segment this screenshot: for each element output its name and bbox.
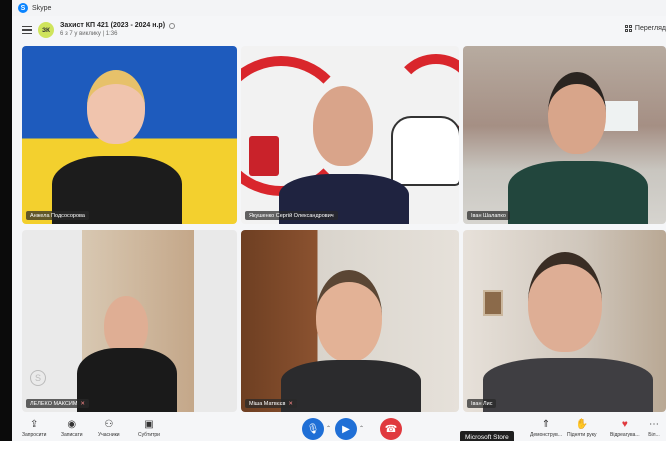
mic-muted-icon: ✕ — [288, 400, 293, 407]
camera-button[interactable]: ▶ — [335, 418, 357, 440]
call-header: ЗК Захист КП 421 (2023 - 2024 н.р) 6 з 7… — [12, 17, 666, 43]
menu-icon[interactable] — [22, 26, 32, 34]
call-title[interactable]: Захист КП 421 (2023 - 2024 н.р) — [60, 21, 176, 30]
video-tile-6[interactable]: Іван Лис — [463, 230, 666, 412]
participant-nameplate: Іван Лис — [467, 399, 497, 408]
participant-nameplate: Анжела Подсосорова — [26, 211, 89, 220]
title-bar: S Skype — [12, 0, 666, 16]
invite-button[interactable]: ⇪ Запросити — [22, 418, 46, 439]
record-icon: ◉ — [67, 418, 77, 430]
video-tile-1[interactable]: Анжела Подсосорова — [22, 46, 237, 224]
subtitles-button[interactable]: ▣ Субтитри — [138, 418, 160, 439]
hang-up-button[interactable]: ☎ — [380, 418, 402, 440]
mic-muted-icon: ✕ — [80, 400, 86, 407]
react-button[interactable]: ♥ Відреагува... — [610, 418, 640, 439]
video-tile-4[interactable]: S ЛЕЛЕКО МАКСИМ ✕ — [22, 230, 237, 412]
app-name: Skype — [32, 4, 52, 12]
video-tile-2[interactable]: Якушенко Сергій Олександрович — [241, 46, 459, 224]
video-tile-3[interactable]: Іван Шалапко — [463, 46, 666, 224]
participants-icon: ⚇ — [104, 418, 114, 430]
call-status: 6 з 7 у виклику | 1:36 — [60, 31, 118, 37]
screen-share-icon: ⇑ — [541, 418, 551, 430]
grid-view-icon — [624, 25, 632, 32]
participant-nameplate: ЛЕЛЕКО МАКСИМ ✕ — [26, 399, 90, 408]
participants-button[interactable]: ⚇ Учасники — [98, 418, 120, 439]
share-screen-button[interactable]: ⇑ Демонструв... — [530, 418, 562, 439]
more-icon: ⋯ — [649, 418, 659, 430]
group-avatar[interactable]: ЗК — [38, 22, 54, 38]
view-button[interactable]: Перегляд — [624, 25, 666, 32]
record-button[interactable]: ◉ Записати — [61, 418, 83, 439]
participant-nameplate: Міша Матвєєв ✕ — [245, 399, 297, 408]
participant-nameplate: Іван Шалапко — [467, 211, 510, 220]
camera-icon: ▶ — [342, 423, 350, 435]
bottom-edge — [0, 441, 666, 455]
captions-icon: ▣ — [144, 418, 154, 430]
microphone-icon: 🎙 — [306, 423, 320, 435]
left-edge — [0, 0, 12, 455]
camera-options-chevron-icon[interactable]: ⌃ — [359, 425, 364, 432]
more-button[interactable]: ⋯ Біл... — [648, 418, 660, 439]
microphone-button[interactable]: 🎙 — [302, 418, 324, 440]
participant-nameplate: Якушенко Сергій Олександрович — [245, 211, 338, 220]
hand-icon: ✋ — [575, 418, 588, 430]
settings-icon[interactable] — [169, 22, 176, 29]
heart-icon: ♥ — [621, 418, 628, 430]
skype-logo-icon: S — [18, 3, 28, 13]
phone-end-icon: ☎ — [384, 423, 398, 435]
mic-options-chevron-icon[interactable]: ⌃ — [326, 425, 331, 432]
skype-call-window: S Skype ЗК Захист КП 421 (2023 - 2024 н.… — [0, 0, 666, 455]
share-upload-icon: ⇪ — [30, 418, 39, 430]
raise-hand-button[interactable]: ✋ Підняти руку — [567, 418, 597, 439]
video-tile-5[interactable]: Міша Матвєєв ✕ — [241, 230, 459, 412]
